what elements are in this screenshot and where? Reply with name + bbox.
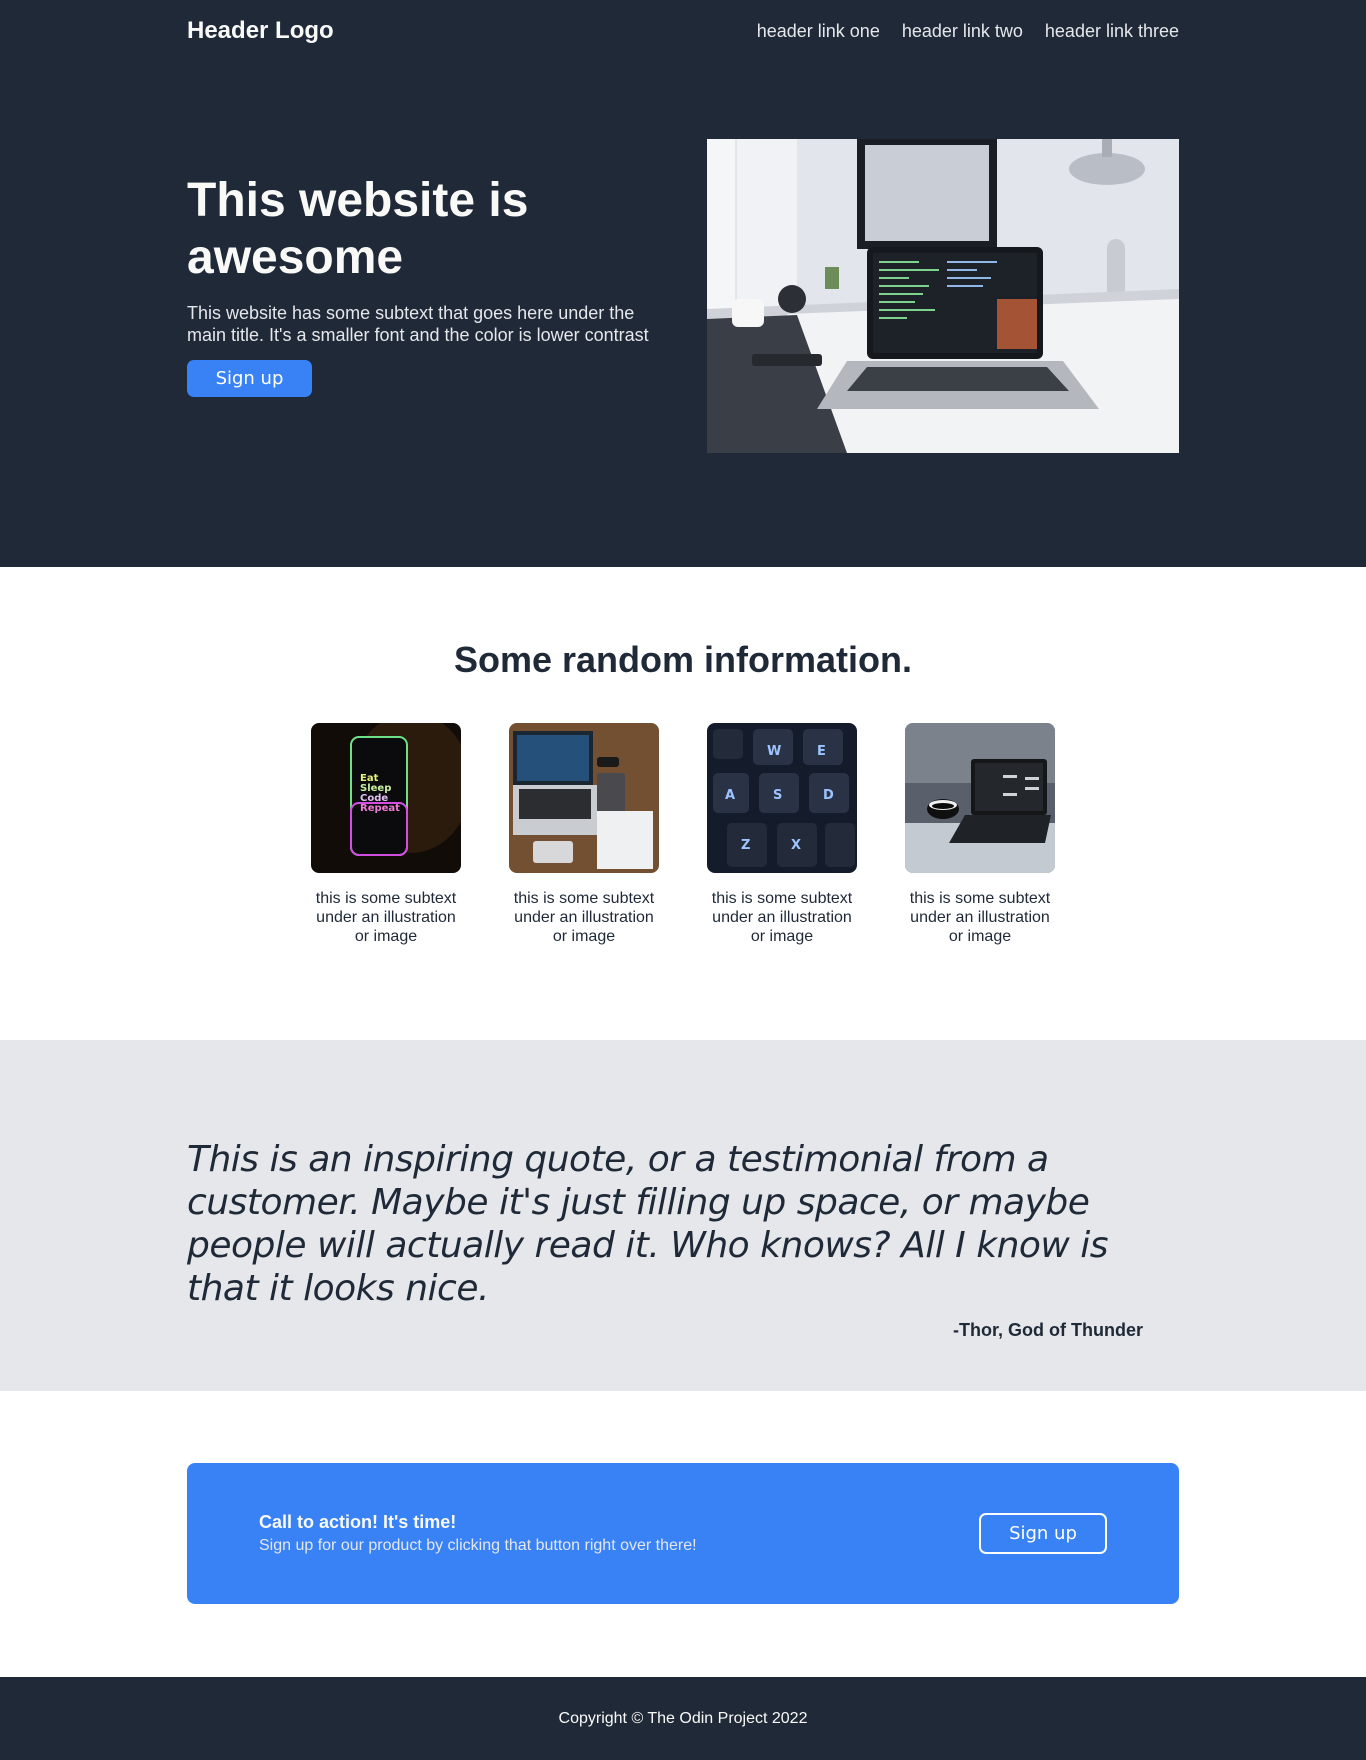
laptop-bed-icon — [905, 723, 1055, 873]
hero-section: This website is awesome This website has… — [0, 62, 1366, 567]
quote-section: This is an inspiring quote, or a testimo… — [0, 1040, 1366, 1391]
phone-word-repeat: Repeat — [360, 803, 400, 814]
laptop-desk-illustration — [707, 138, 1179, 453]
svg-text:X: X — [791, 838, 801, 853]
info-cards: Eat Sleep Code Repeat this is some subte… — [0, 723, 1366, 946]
hero-image — [707, 138, 1179, 453]
quote-author: -Thor, God of Thunder — [953, 1320, 1143, 1340]
top-section: Header Logo header link one header link … — [0, 0, 1366, 567]
info-card: this is some subtext under an illustrati… — [509, 723, 659, 946]
card-subtext: this is some subtext under an illustrati… — [711, 890, 853, 945]
hero-subtext: This website has some subtext that goes … — [187, 303, 649, 345]
laptop-desk-icon — [509, 723, 659, 873]
svg-text:W: W — [767, 744, 781, 759]
cta-section: Call to action! It's time! Sign up for o… — [0, 1391, 1366, 1677]
info-section: Some random information. Eat Sleep Code … — [0, 567, 1366, 1040]
hero-title: This website is awesome — [187, 174, 529, 284]
keyboard-icon: W E A S D Z X — [707, 723, 857, 873]
cta-subtext: Sign up for our product by clicking that… — [259, 1537, 697, 1554]
info-card: this is some subtext under an illustrati… — [905, 723, 1055, 946]
info-card: W E A S D Z X this is some subtext under an … — [707, 723, 857, 946]
svg-text:S: S — [773, 788, 782, 803]
header-logo[interactable]: Header Logo — [187, 17, 334, 45]
hero-signup-button[interactable]: Sign up — [187, 360, 312, 397]
header-link-one[interactable]: header link one — [757, 21, 880, 42]
card-subtext: this is some subtext under an illustrati… — [513, 890, 655, 945]
site-header: Header Logo header link one header link … — [0, 0, 1366, 62]
card-subtext: this is some subtext under an illustrati… — [315, 890, 457, 945]
svg-text:E: E — [817, 744, 826, 759]
cta-text: Call to action! It's time! Sign up for o… — [259, 1512, 697, 1555]
quote-text: This is an inspiring quote, or a testimo… — [187, 1139, 1109, 1309]
svg-text:A: A — [725, 788, 735, 803]
svg-text:Z: Z — [741, 838, 750, 853]
cta-box: Call to action! It's time! Sign up for o… — [187, 1463, 1179, 1604]
site-footer: Copyright © The Odin Project 2022 — [0, 1677, 1366, 1760]
header-link-two[interactable]: header link two — [902, 21, 1023, 42]
svg-text:D: D — [823, 788, 834, 803]
cta-signup-button[interactable]: Sign up — [979, 1513, 1107, 1554]
header-link-three[interactable]: header link three — [1045, 21, 1179, 42]
info-title: Some random information. — [453, 639, 913, 680]
hero-text: This website is awesome This website has… — [187, 172, 657, 397]
card-subtext: this is some subtext under an illustrati… — [909, 890, 1051, 945]
footer-copyright: Copyright © The Odin Project 2022 — [558, 1709, 808, 1727]
phone-icon: Eat Sleep Code Repeat — [311, 723, 461, 873]
cta-title: Call to action! It's time! — [259, 1512, 457, 1532]
header-nav: header link one header link two header l… — [757, 21, 1179, 42]
info-card: Eat Sleep Code Repeat this is some subte… — [311, 723, 461, 946]
